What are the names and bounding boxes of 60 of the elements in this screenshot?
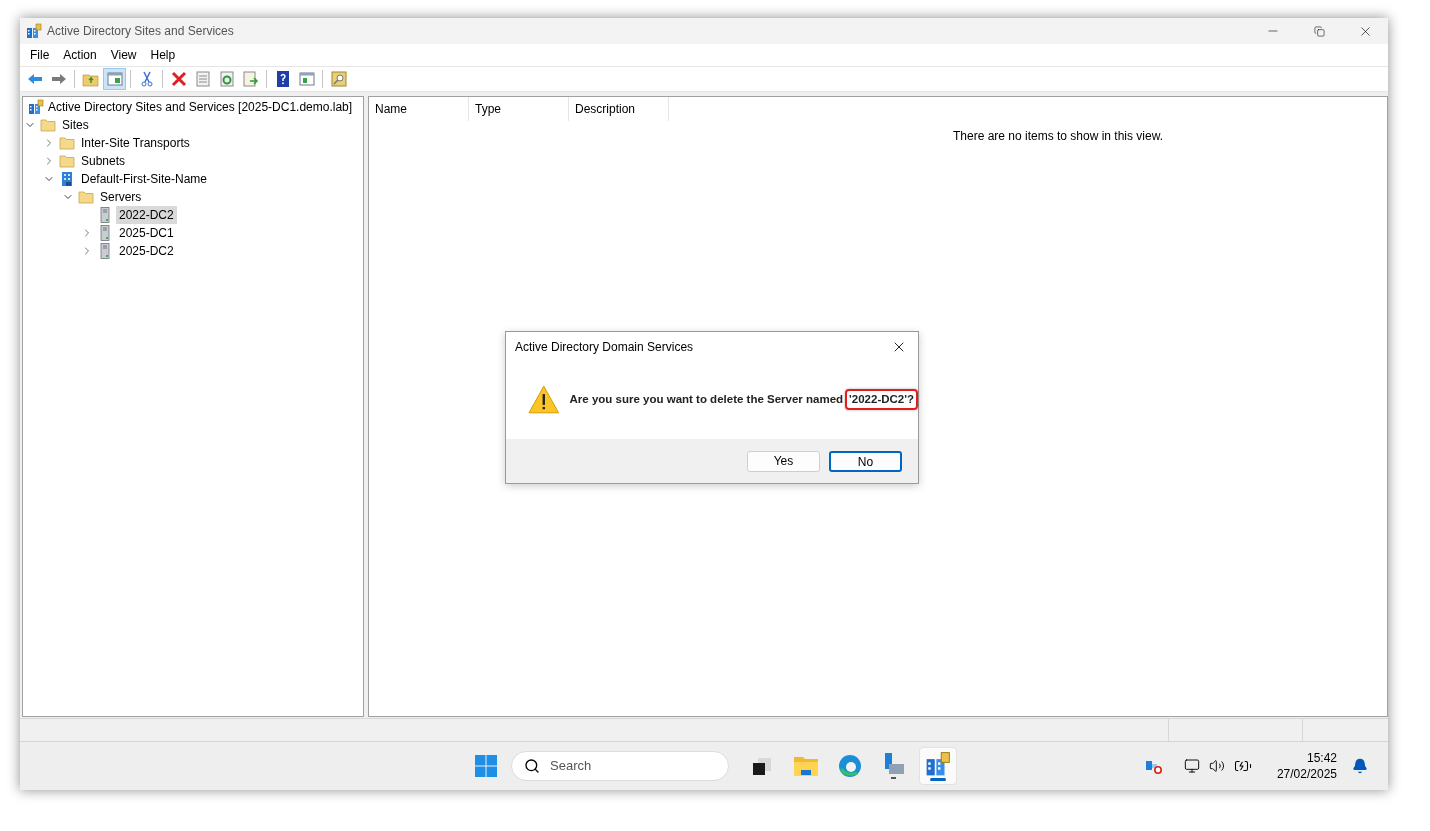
tree-item[interactable]: Inter-Site Transports	[78, 134, 193, 152]
column-header[interactable]: Description	[569, 97, 669, 121]
search-bar[interactable]: Search	[511, 751, 729, 781]
notification-icon[interactable]	[1352, 758, 1368, 774]
tree-item[interactable]: Servers	[97, 188, 145, 206]
menu-item[interactable]: Help	[143, 45, 183, 65]
dialog-button[interactable]: No	[829, 450, 902, 472]
tree-item[interactable]: 2025-DC1	[116, 224, 177, 242]
menu-item[interactable]: View	[103, 45, 144, 65]
folder-icon	[78, 190, 94, 204]
task-view-icon	[751, 755, 773, 777]
panel-icon	[297, 70, 316, 88]
magnifier-icon	[329, 70, 348, 88]
network-icon[interactable]	[1183, 758, 1200, 774]
column-header[interactable]: Name	[369, 97, 469, 121]
export-icon	[241, 70, 260, 88]
dialog-title: Active Directory Domain Services	[515, 339, 694, 356]
tree-item[interactable]: Default-First-Site-Name	[78, 170, 211, 188]
folder-icon	[793, 755, 819, 777]
folder-icon	[59, 136, 75, 150]
column-header[interactable]: Type	[469, 97, 569, 121]
browser-icon	[837, 753, 863, 779]
volume-icon[interactable]	[1208, 758, 1225, 774]
tree-item[interactable]: 2025-DC2	[116, 242, 177, 260]
tree-tool-button[interactable]	[103, 68, 126, 90]
app-icon	[26, 23, 42, 39]
folder-icon	[59, 154, 75, 168]
warning-icon	[528, 385, 560, 414]
windows-logo-icon	[474, 754, 498, 778]
refresh-icon	[217, 70, 236, 88]
server-icon	[100, 225, 110, 241]
server-icon	[100, 207, 110, 223]
clock-date[interactable]: 27/02/2025	[1276, 766, 1337, 782]
highlighted-server-name: '2022-DC2'?	[845, 388, 918, 411]
building-icon	[60, 171, 74, 187]
document-icon	[193, 70, 212, 88]
window-title: Active Directory Sites and Services	[47, 23, 234, 40]
active-indicator	[930, 778, 946, 781]
network-status-icon[interactable]	[1144, 758, 1163, 774]
directory-app-button[interactable]	[919, 747, 957, 785]
restore-icon	[1313, 25, 1325, 37]
dialog-button[interactable]: Yes	[747, 450, 820, 472]
delete-icon	[169, 70, 188, 88]
server-icon	[100, 243, 110, 259]
server-manager-icon	[882, 752, 906, 780]
menu-item[interactable]: File	[23, 45, 57, 65]
clock-time[interactable]: 15:42	[1306, 750, 1337, 766]
search-input[interactable]: Search	[550, 756, 690, 776]
directory-icon	[925, 751, 951, 777]
folder-icon	[40, 118, 56, 132]
tree-item[interactable]: Subnets	[78, 152, 129, 170]
tree-item[interactable]: 2022-DC2	[116, 206, 177, 224]
empty-list-message: There are no items to show in this view.	[952, 128, 1164, 145]
menu-item[interactable]: Action	[56, 45, 104, 65]
panel-icon	[105, 70, 124, 88]
tree-item[interactable]: Active Directory Sites and Services [2025-DC1.demo.lab]	[47, 98, 354, 116]
directory-icon	[28, 99, 44, 115]
dialog-message: Are you sure you want to delete the Server named	[569, 391, 844, 407]
tree-item[interactable]: Sites	[59, 116, 92, 134]
search-icon	[524, 758, 540, 774]
